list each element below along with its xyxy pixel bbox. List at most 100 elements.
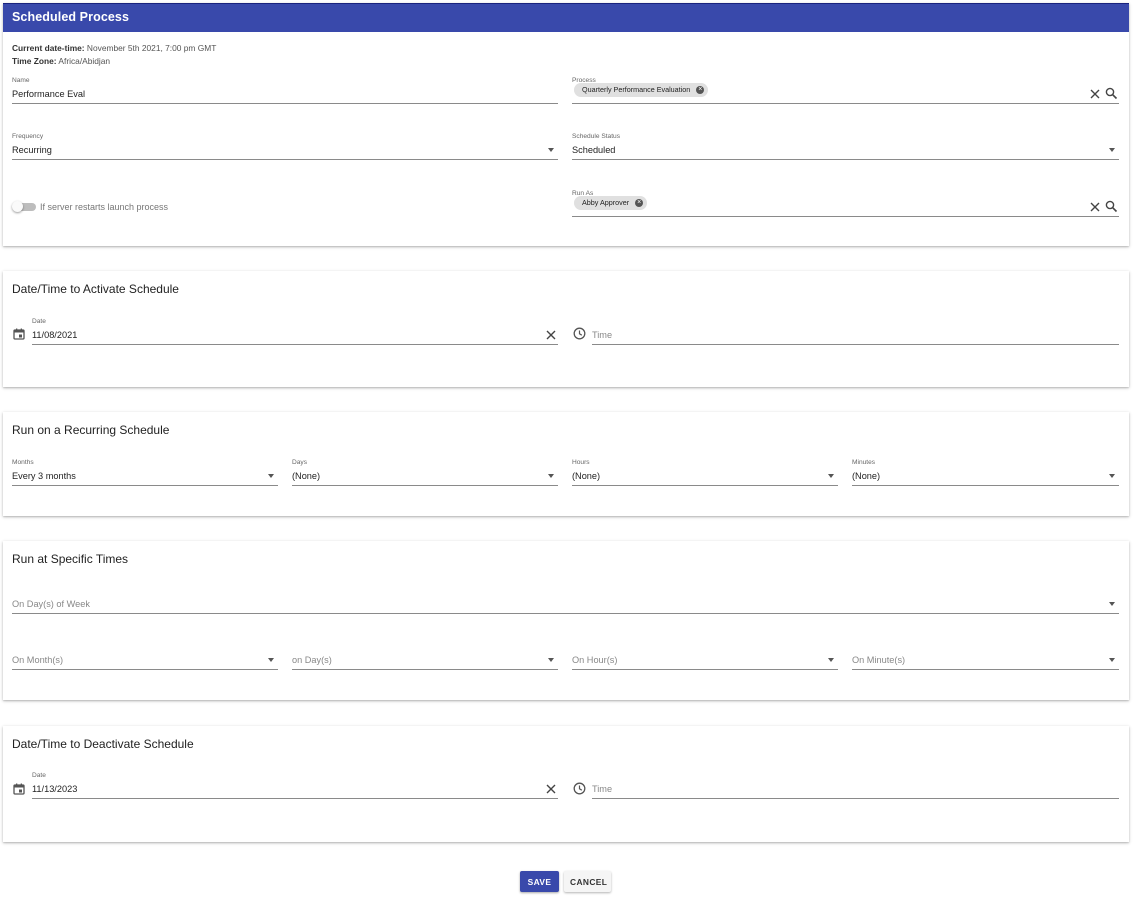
on-days-select[interactable]: on Day(s) [292, 647, 558, 670]
datetime-value: November 5th 2021, 7:00 pm GMT [86, 43, 217, 53]
restart-toggle-label: If server restarts launch process [40, 202, 169, 212]
activate-time-underline [592, 344, 1119, 345]
specific-times-card: Run at Specific Times On Day(s) of Week … [3, 541, 1129, 700]
name-input[interactable]: Performance Eval [12, 89, 85, 99]
activate-schedule-card: Date/Time to Activate Schedule Date 11/0… [3, 271, 1129, 387]
chevron-down-icon [1109, 148, 1115, 152]
timezone-label: Time Zone: [12, 56, 57, 66]
on-minutes-select[interactable]: On Minute(s) [852, 647, 1119, 670]
hours-value: (None) [572, 471, 601, 481]
on-months-placeholder: On Month(s) [12, 655, 64, 665]
activate-section-title: Date/Time to Activate Schedule [12, 282, 179, 296]
clear-icon[interactable] [1089, 88, 1101, 100]
on-hours-placeholder: On Hour(s) [572, 655, 618, 665]
minutes-select[interactable]: Minutes (None) [852, 459, 1119, 486]
recurring-schedule-card: Run on a Recurring Schedule Months Every… [3, 412, 1129, 516]
deactivate-time-field[interactable]: Time [592, 772, 1119, 799]
name-label: Name [12, 77, 30, 84]
time-zone: Time Zone: Africa/Abidjan [12, 56, 110, 66]
minutes-value: (None) [852, 471, 881, 481]
restart-toggle[interactable]: If server restarts launch process [12, 199, 312, 215]
current-datetime: Current date-time: November 5th 2021, 7:… [12, 43, 216, 53]
chevron-down-icon [548, 148, 554, 152]
clear-icon[interactable] [545, 329, 557, 341]
activate-date-field[interactable]: Date 11/08/2021 [32, 318, 558, 345]
recurring-section-title: Run on a Recurring Schedule [12, 423, 170, 437]
chevron-down-icon [268, 658, 274, 662]
process-chip[interactable]: Quarterly Performance Evaluation × [574, 83, 709, 97]
frequency-value: Recurring [12, 145, 52, 155]
chevron-down-icon [548, 658, 554, 662]
frequency-select[interactable]: Frequency Recurring [12, 133, 558, 160]
chip-remove-icon[interactable]: × [696, 86, 705, 94]
on-hours-underline [572, 669, 838, 670]
deactivate-date-field[interactable]: Date 11/13/2023 [32, 772, 558, 799]
datetime-label: Current date-time: [12, 43, 85, 53]
on-months-underline [12, 669, 278, 670]
page-title: Scheduled Process [12, 10, 130, 24]
days-of-week-placeholder: On Day(s) of Week [12, 599, 90, 609]
clock-icon[interactable] [573, 782, 586, 795]
chevron-down-icon [1109, 602, 1115, 606]
calendar-icon[interactable] [13, 328, 25, 340]
frequency-label: Frequency [12, 133, 44, 140]
deactivate-time-input[interactable]: Time [592, 784, 612, 794]
days-underline [292, 485, 558, 486]
search-icon[interactable] [1105, 200, 1118, 213]
toggle-thumb[interactable] [12, 201, 23, 212]
cancel-button[interactable]: CANCEL [564, 871, 611, 892]
process-field[interactable]: Process Quarterly Performance Evaluation… [572, 77, 1119, 104]
activate-time-input[interactable]: Time [592, 330, 612, 340]
chevron-down-icon [828, 658, 834, 662]
minutes-underline [852, 485, 1119, 486]
schedule-status-select[interactable]: Schedule Status Scheduled [572, 133, 1119, 160]
run-as-field[interactable]: Run As Abby Approver × [572, 190, 1119, 217]
deactivate-schedule-card: Date/Time to Deactivate Schedule Date 11… [3, 726, 1129, 842]
scheduled-process-card: Scheduled Process Current date-time: Nov… [3, 3, 1129, 246]
on-minutes-placeholder: On Minute(s) [852, 655, 906, 665]
chip-remove-icon[interactable]: × [635, 199, 644, 207]
name-field[interactable]: Name Performance Eval [12, 77, 558, 104]
clock-icon[interactable] [573, 327, 586, 340]
deactivate-date-input[interactable]: 11/13/2023 [32, 784, 77, 794]
months-value: Every 3 months [12, 471, 76, 481]
activate-date-label: Date [32, 318, 46, 325]
deactivate-section-title: Date/Time to Deactivate Schedule [12, 737, 194, 751]
months-underline [12, 485, 278, 486]
clear-icon[interactable] [545, 783, 557, 795]
on-days-underline [292, 669, 558, 670]
activate-date-input[interactable]: 11/08/2021 [32, 330, 77, 340]
hours-underline [572, 485, 838, 486]
months-label: Months [12, 459, 34, 466]
frequency-underline [12, 159, 558, 160]
save-button[interactable]: SAVE [520, 871, 559, 892]
on-hours-select[interactable]: On Hour(s) [572, 647, 838, 670]
months-select[interactable]: Months Every 3 months [12, 459, 278, 486]
deactivate-date-label: Date [32, 772, 46, 779]
timezone-value: Africa/Abidjan [58, 56, 111, 66]
on-days-placeholder: on Day(s) [292, 655, 332, 665]
chevron-down-icon [268, 474, 274, 478]
activate-time-field[interactable]: Time [592, 318, 1119, 345]
days-value: (None) [292, 471, 321, 481]
days-select[interactable]: Days (None) [292, 459, 558, 486]
schedule-status-value: Scheduled [572, 145, 616, 155]
hours-label: Hours [572, 459, 590, 466]
hours-select[interactable]: Hours (None) [572, 459, 838, 486]
on-months-select[interactable]: On Month(s) [12, 647, 278, 670]
search-icon[interactable] [1105, 87, 1118, 100]
deactivate-date-underline [32, 798, 558, 799]
process-chip-label: Quarterly Performance Evaluation [582, 85, 691, 94]
activate-date-underline [32, 344, 558, 345]
run-as-chip-label: Abby Approver [582, 198, 630, 207]
run-as-chip[interactable]: Abby Approver × [574, 196, 648, 210]
days-label: Days [292, 459, 308, 466]
on-minutes-underline [852, 669, 1119, 670]
process-underline [572, 103, 1119, 104]
days-of-week-select[interactable]: On Day(s) of Week [12, 591, 1119, 614]
calendar-icon[interactable] [13, 783, 25, 795]
schedule-status-underline [572, 159, 1119, 160]
clear-icon[interactable] [1089, 201, 1101, 213]
deactivate-time-underline [592, 798, 1119, 799]
specific-section-title: Run at Specific Times [12, 552, 129, 566]
